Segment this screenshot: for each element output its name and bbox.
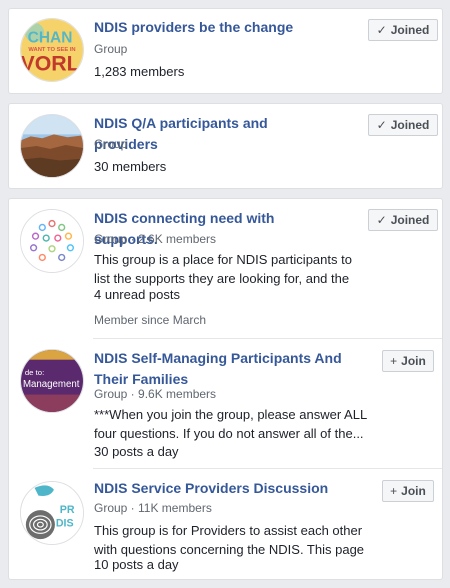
check-icon: ✓ — [376, 23, 387, 37]
group-member-count: 30 members — [94, 159, 167, 174]
group-avatar[interactable] — [20, 209, 84, 273]
button-label: Join — [401, 484, 426, 498]
row-divider — [93, 338, 442, 339]
group-card: NDIS Q/A participants and providers Grou… — [8, 103, 443, 189]
group-avatar-image: PR DIS — [21, 482, 83, 544]
avatar-text: CHAN — [28, 29, 73, 46]
group-name-link[interactable]: NDIS Self-Managing Participants And Thei… — [94, 348, 359, 390]
group-name-link[interactable]: NDIS Service Providers Discussion — [94, 478, 359, 499]
plus-icon: + — [390, 354, 398, 368]
group-avatar-image: CHAN WANT TO SEE IN VORL — [21, 19, 83, 81]
group-meta: Group · 2.6K members — [94, 232, 217, 246]
group-meta: Group · 11K members — [94, 501, 212, 515]
joined-button[interactable]: ✓ Joined — [368, 114, 438, 136]
joined-button[interactable]: ✓ Joined — [368, 19, 438, 41]
button-label: Joined — [390, 213, 430, 227]
group-type: Group — [94, 137, 128, 151]
group-list-card: NDIS connecting need with supports. Grou… — [8, 198, 443, 580]
group-avatar-image — [21, 115, 83, 177]
group-activity: 4 unread posts — [94, 287, 181, 302]
group-avatar-image — [21, 210, 83, 272]
check-icon: ✓ — [376, 118, 387, 132]
group-name-link[interactable]: NDIS providers be the change — [94, 17, 359, 38]
group-description: ***When you join the group, please answe… — [94, 407, 367, 441]
group-description: This group is for Providers to assist ea… — [94, 523, 365, 557]
avatar-text: de to: — [25, 368, 44, 377]
joined-button[interactable]: ✓ Joined — [368, 209, 438, 231]
row-divider — [93, 468, 442, 469]
group-meta: Group · 9.6K members — [94, 387, 217, 401]
group-activity: 30 posts a day — [94, 444, 179, 459]
button-label: Joined — [390, 23, 430, 37]
avatar-text: PR — [60, 504, 75, 516]
plus-icon: + — [390, 484, 398, 498]
check-icon: ✓ — [376, 213, 387, 227]
join-button[interactable]: + Join — [382, 350, 434, 372]
join-button[interactable]: + Join — [382, 480, 434, 502]
group-avatar[interactable]: CHAN WANT TO SEE IN VORL — [20, 18, 84, 82]
button-label: Joined — [390, 118, 430, 132]
avatar-text: DIS — [56, 518, 74, 530]
group-avatar-image: de to: Management — [21, 350, 83, 412]
avatar-text: Management — [23, 379, 80, 390]
group-avatar[interactable]: de to: Management — [20, 349, 84, 413]
group-type: Group — [94, 42, 128, 56]
group-activity: 10 posts a day — [94, 557, 179, 572]
group-member-count: 1,283 members — [94, 64, 185, 79]
group-card: CHAN WANT TO SEE IN VORL NDIS providers … — [8, 8, 443, 94]
button-label: Join — [401, 354, 426, 368]
member-since: Member since March — [94, 313, 207, 327]
group-name-link[interactable]: NDIS Q/A participants and providers — [94, 113, 334, 155]
group-avatar[interactable] — [20, 114, 84, 178]
group-avatar[interactable]: PR DIS — [20, 481, 84, 545]
avatar-text: VORL — [21, 51, 80, 75]
group-description: This group is a place for NDIS participa… — [94, 252, 352, 286]
